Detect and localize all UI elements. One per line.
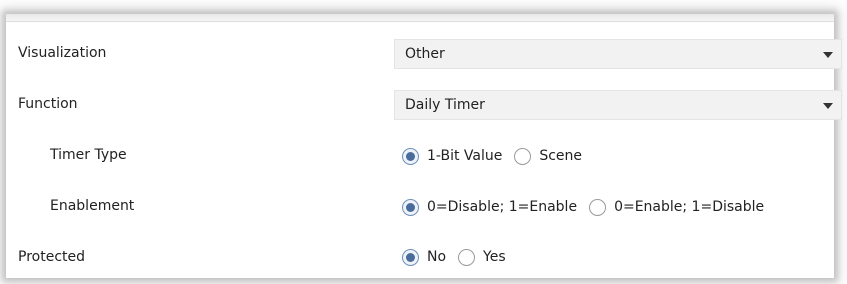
enablement-option-disable-enable-label: 0=Disable; 1=Enable (427, 199, 578, 215)
timer-type-radio-group: 1-Bit Value Scene (402, 145, 594, 167)
function-value: Daily Timer (405, 97, 485, 113)
visualization-value: Other (405, 46, 445, 62)
radio-unchecked-icon (514, 147, 532, 165)
timer-type-option-scene-label: Scene (539, 148, 583, 164)
timer-type-option-scene[interactable]: Scene (514, 147, 583, 165)
enablement-option-disable-enable[interactable]: 0=Disable; 1=Enable (402, 198, 578, 216)
enablement-option-enable-disable-label: 0=Enable; 1=Disable (614, 199, 765, 215)
enablement-option-enable-disable[interactable]: 0=Enable; 1=Disable (589, 198, 765, 216)
timer-type-option-1bit[interactable]: 1-Bit Value (402, 147, 503, 165)
visualization-dropdown[interactable]: Other (394, 39, 842, 69)
protected-label: Protected (18, 249, 85, 265)
radio-checked-icon (402, 198, 419, 216)
panel-top-strip (6, 14, 834, 22)
chevron-down-icon (823, 52, 833, 58)
radio-checked-icon (402, 248, 419, 266)
timer-type-label: Timer Type (50, 147, 127, 163)
enablement-label: Enablement (50, 198, 135, 214)
canvas: Visualization Other Function Daily Timer… (0, 0, 847, 284)
function-label: Function (18, 96, 78, 112)
timer-type-option-1bit-label: 1-Bit Value (427, 148, 503, 164)
radio-unchecked-icon (458, 248, 476, 266)
protected-option-yes[interactable]: Yes (458, 248, 506, 266)
protected-option-no-label: No (427, 249, 447, 265)
parameter-panel: Visualization Other Function Daily Timer… (6, 14, 842, 278)
protected-radio-group: No Yes (402, 246, 518, 268)
visualization-label: Visualization (18, 45, 107, 61)
protected-option-no[interactable]: No (402, 248, 447, 266)
protected-option-yes-label: Yes (483, 249, 506, 265)
function-dropdown[interactable]: Daily Timer (394, 90, 842, 120)
chevron-down-icon (823, 103, 833, 109)
radio-checked-icon (402, 147, 419, 165)
enablement-radio-group: 0=Disable; 1=Enable 0=Enable; 1=Disable (402, 196, 776, 218)
radio-unchecked-icon (589, 198, 607, 216)
